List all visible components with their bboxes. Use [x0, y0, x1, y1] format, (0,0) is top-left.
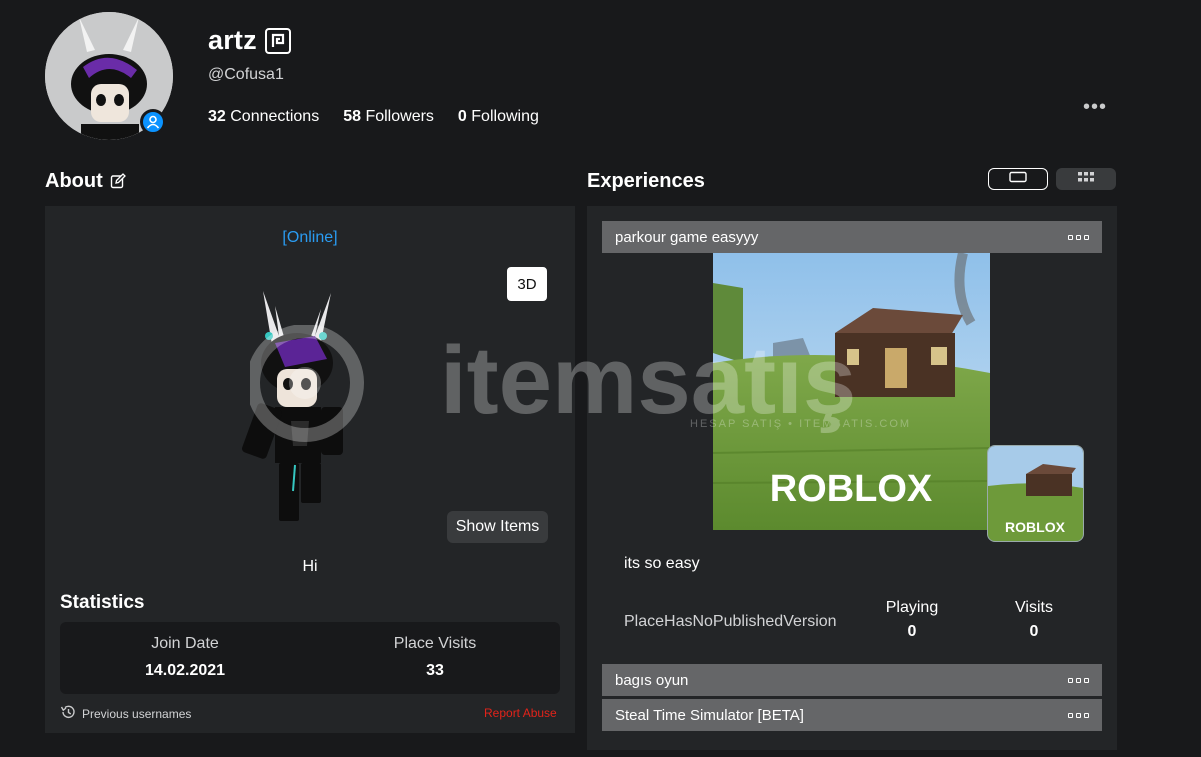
edit-icon[interactable]	[110, 173, 126, 189]
visits-metric: Visits 0	[974, 599, 1094, 641]
experience-header-2[interactable]: bagıs oyun	[602, 664, 1102, 696]
place-visits-value: 33	[426, 662, 444, 679]
place-visits-label: Place Visits	[393, 635, 477, 652]
grid-view-button[interactable]	[1056, 168, 1116, 190]
expand-icon[interactable]	[1068, 677, 1089, 683]
roblox-logo-text: ROBLOX	[770, 468, 933, 510]
about-title: About	[45, 170, 103, 192]
experience-header-1[interactable]: parkour game easyyy	[602, 221, 1102, 253]
history-icon	[60, 704, 76, 723]
experience-thumbnail[interactable]: ROBLOX	[713, 253, 990, 530]
report-abuse-link[interactable]: Report Abuse	[484, 706, 557, 720]
followers-link[interactable]: 58 Followers	[343, 108, 434, 126]
experience-name: bagıs oyun	[615, 671, 689, 689]
username: @Cofusa1	[208, 66, 284, 83]
previous-usernames-label: Previous usernames	[82, 706, 192, 721]
following-link[interactable]: 0 Following	[458, 108, 539, 126]
playing-metric: Playing 0	[852, 599, 972, 641]
statistics-title: Statistics	[60, 592, 145, 613]
show-items-button[interactable]: Show Items	[447, 511, 548, 543]
display-name: artz	[208, 25, 291, 56]
slideshow-view-button[interactable]	[988, 168, 1048, 190]
grid-icon	[1077, 170, 1095, 188]
statistics-box: Join Date 14.02.2021 Place Visits 33	[60, 622, 560, 694]
playing-label: Playing	[885, 599, 939, 616]
experience-name: Steal Time Simulator [BETA]	[615, 706, 804, 724]
avatar-figure[interactable]	[235, 281, 355, 526]
experience-status: PlaceHasNoPublishedVersion	[624, 613, 837, 630]
place-visits-stat: Place Visits 33	[310, 635, 560, 680]
online-status: [Online]	[282, 229, 338, 246]
display-name-text: artz	[208, 25, 257, 55]
premium-badge-icon	[264, 27, 291, 54]
visits-label: Visits	[1015, 599, 1053, 616]
experiences-title: Experiences	[587, 170, 705, 192]
join-date-stat: Join Date 14.02.2021	[60, 635, 310, 680]
collapse-icon[interactable]	[1068, 234, 1089, 240]
social-stats: 32 Connections 58 Followers 0 Following	[208, 108, 539, 126]
experience-header-3[interactable]: Steal Time Simulator [BETA]	[602, 699, 1102, 731]
presence-icon	[140, 109, 166, 135]
toggle-3d-button[interactable]: 3D	[507, 267, 547, 301]
experiences-panel: parkour game easyyy ROBLOX ROBLOX its so…	[587, 206, 1117, 750]
bio-text: Hi	[302, 558, 318, 575]
experience-name: parkour game easyyy	[615, 228, 759, 246]
about-panel: [Online] 3D Show Items Hi Statistics Joi…	[45, 206, 575, 733]
roblox-small-logo-text: ROBLOX	[1005, 519, 1066, 535]
join-date-label: Join Date	[151, 635, 219, 652]
experience-icon-thumbnail[interactable]: ROBLOX	[987, 445, 1084, 542]
join-date-value: 14.02.2021	[144, 662, 226, 679]
expand-icon[interactable]	[1068, 712, 1089, 718]
single-view-icon	[1009, 170, 1027, 188]
previous-usernames-link[interactable]: Previous usernames	[60, 704, 191, 723]
visits-value: 0	[1029, 623, 1039, 640]
connections-link[interactable]: 32 Connections	[208, 108, 319, 126]
more-options-button[interactable]: •••	[1083, 96, 1107, 119]
playing-value: 0	[907, 623, 917, 640]
experience-description: its so easy	[624, 555, 700, 572]
